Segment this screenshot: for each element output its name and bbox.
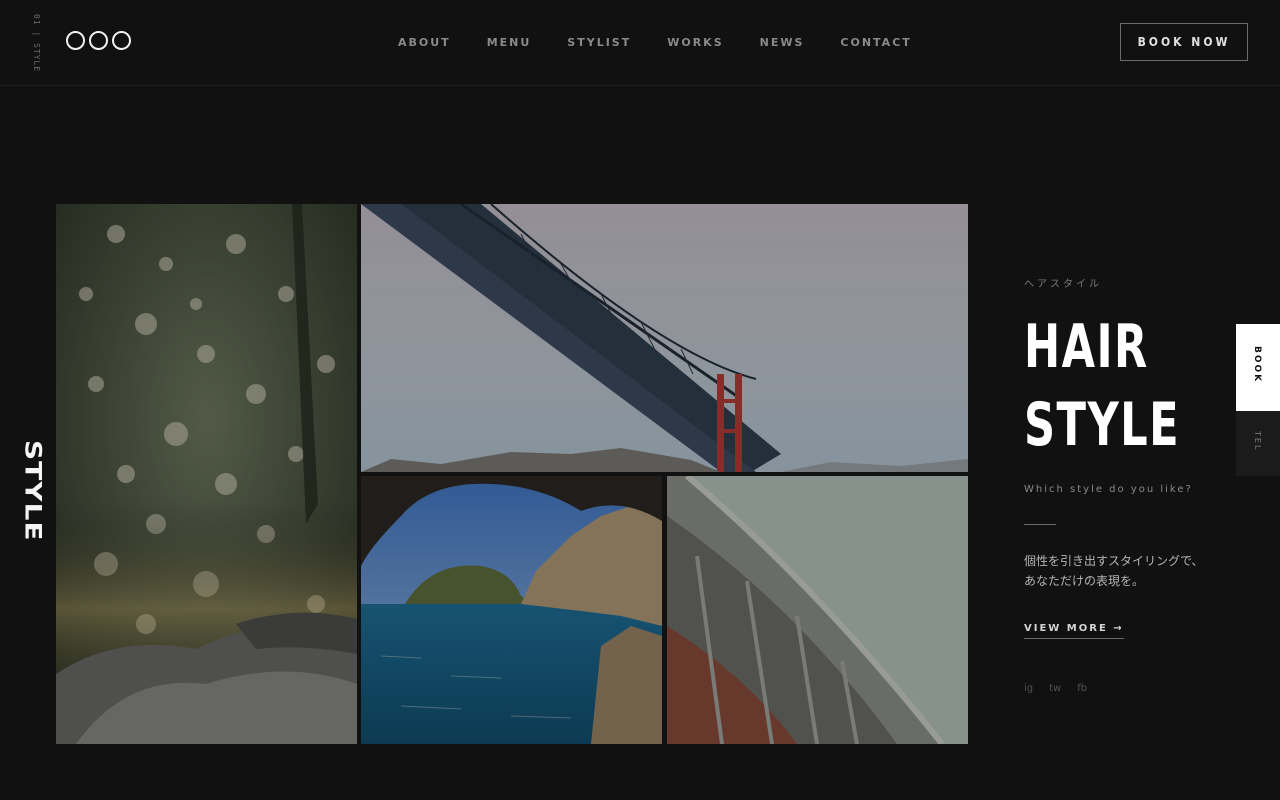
divider	[1024, 524, 1056, 525]
nav-news[interactable]: NEWS	[760, 36, 805, 49]
nav-menu[interactable]: MENU	[487, 36, 532, 49]
forest-photo[interactable]	[56, 204, 357, 744]
main-nav: ABOUT MENU STYLIST WORKS NEWS CONTACT	[398, 36, 948, 49]
facebook-link[interactable]: fb	[1077, 683, 1087, 694]
logo-ring	[112, 31, 131, 50]
sea-cave-image	[361, 476, 662, 744]
site-header: 01 | STYLE ABOUT MENU STYLIST WORKS NEWS…	[0, 0, 1280, 86]
section-index-label: 01 | STYLE	[32, 14, 41, 73]
nav-about[interactable]: ABOUT	[398, 36, 451, 49]
book-now-button[interactable]: BOOK NOW	[1120, 23, 1248, 61]
page-title: HAIR STYLE	[1024, 308, 1181, 464]
architecture-photo[interactable]	[667, 476, 968, 744]
description-line: あなただけの表現を。	[1024, 574, 1145, 588]
nav-works[interactable]: WORKS	[667, 36, 723, 49]
site-logo[interactable]	[66, 31, 131, 50]
bridge-photo[interactable]	[361, 204, 968, 472]
tagline: Which style do you like?	[1024, 484, 1193, 495]
instagram-link[interactable]: ig	[1024, 683, 1033, 694]
forest-image	[56, 204, 357, 744]
twitter-link[interactable]: tw	[1049, 683, 1061, 694]
bridge-image	[361, 204, 968, 472]
side-book-tab[interactable]: BOOK	[1236, 324, 1280, 411]
side-section-text: STYLE	[20, 440, 46, 542]
title-line: HAIR	[1024, 312, 1149, 382]
side-tel-tab[interactable]: TEL	[1236, 411, 1280, 476]
nav-contact[interactable]: CONTACT	[840, 36, 911, 49]
style-info: ヘアスタイル HAIR STYLE Which style do you lik…	[1024, 275, 1224, 694]
view-more-link[interactable]: VIEW MORE →	[1024, 623, 1124, 639]
section-kana: ヘアスタイル	[1024, 279, 1102, 290]
logo-ring	[66, 31, 85, 50]
description: 個性を引き出すスタイリングで、 あなただけの表現を。	[1024, 551, 1234, 591]
nav-stylist[interactable]: STYLIST	[567, 36, 631, 49]
title-line: STYLE	[1024, 390, 1181, 460]
side-tel-label: TEL	[1253, 431, 1262, 452]
photo-gallery	[56, 204, 968, 744]
architecture-image	[667, 476, 968, 744]
side-section-label: STYLE	[18, 440, 58, 542]
sea-cave-photo[interactable]	[361, 476, 662, 744]
description-line: 個性を引き出すスタイリングで、	[1024, 554, 1204, 568]
social-links: ig tw fb	[1024, 683, 1087, 694]
section-index: 01 | STYLE	[32, 14, 46, 74]
logo-ring	[89, 31, 108, 50]
side-book-label: BOOK	[1252, 346, 1262, 384]
